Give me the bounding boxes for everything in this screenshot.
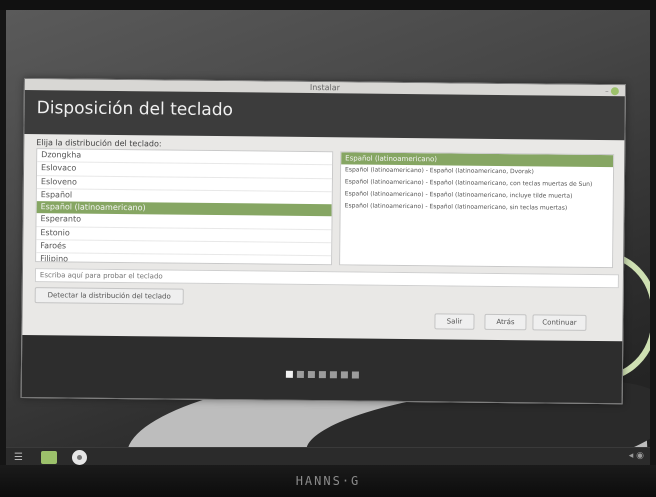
monitor-brand-logo: HANNS·G: [295, 474, 361, 488]
progress-step-dot: [318, 371, 326, 379]
layout-list-item[interactable]: Filipino: [36, 252, 332, 266]
disc-icon[interactable]: [72, 450, 87, 465]
progress-dots: [22, 360, 622, 385]
window-title: Instalar: [309, 82, 340, 93]
progress-step-dot: [285, 370, 293, 378]
progress-step-dot: [351, 371, 359, 379]
quit-button[interactable]: Salir: [434, 313, 475, 330]
close-icon[interactable]: [610, 87, 619, 96]
page-header: Disposición del teclado: [24, 90, 625, 141]
menu-icon[interactable]: ☰: [14, 452, 28, 464]
detect-layout-button[interactable]: Detectar la distribución del teclado: [34, 287, 184, 305]
minimize-icon[interactable]: –: [605, 87, 609, 95]
continue-button[interactable]: Continuar: [532, 314, 587, 331]
layout-prompt-label: Elija la distribución del teclado:: [36, 138, 162, 149]
monitor-bezel-top: [0, 0, 656, 10]
folder-icon[interactable]: [41, 451, 57, 464]
installer-window: Instalar – Disposición del teclado Elija…: [20, 78, 626, 405]
keyboard-test-input[interactable]: [34, 268, 619, 289]
layout-list[interactable]: Dzongkha Eslovaco Esloveno Español Españ…: [35, 148, 334, 266]
installer-footer: [21, 334, 623, 404]
page-title: Disposición del teclado: [36, 98, 234, 121]
progress-step-dot: [296, 370, 304, 378]
progress-step-dot: [340, 371, 348, 379]
system-tray[interactable]: ◂ ◉: [629, 451, 644, 461]
variant-list[interactable]: Español (latinoamericano) Español (latin…: [339, 151, 615, 269]
back-button[interactable]: Atrás: [484, 313, 527, 331]
progress-step-dot: [329, 371, 337, 379]
progress-step-dot: [307, 370, 315, 379]
desktop-screen: Instalar – Disposición del teclado Elija…: [6, 10, 650, 465]
